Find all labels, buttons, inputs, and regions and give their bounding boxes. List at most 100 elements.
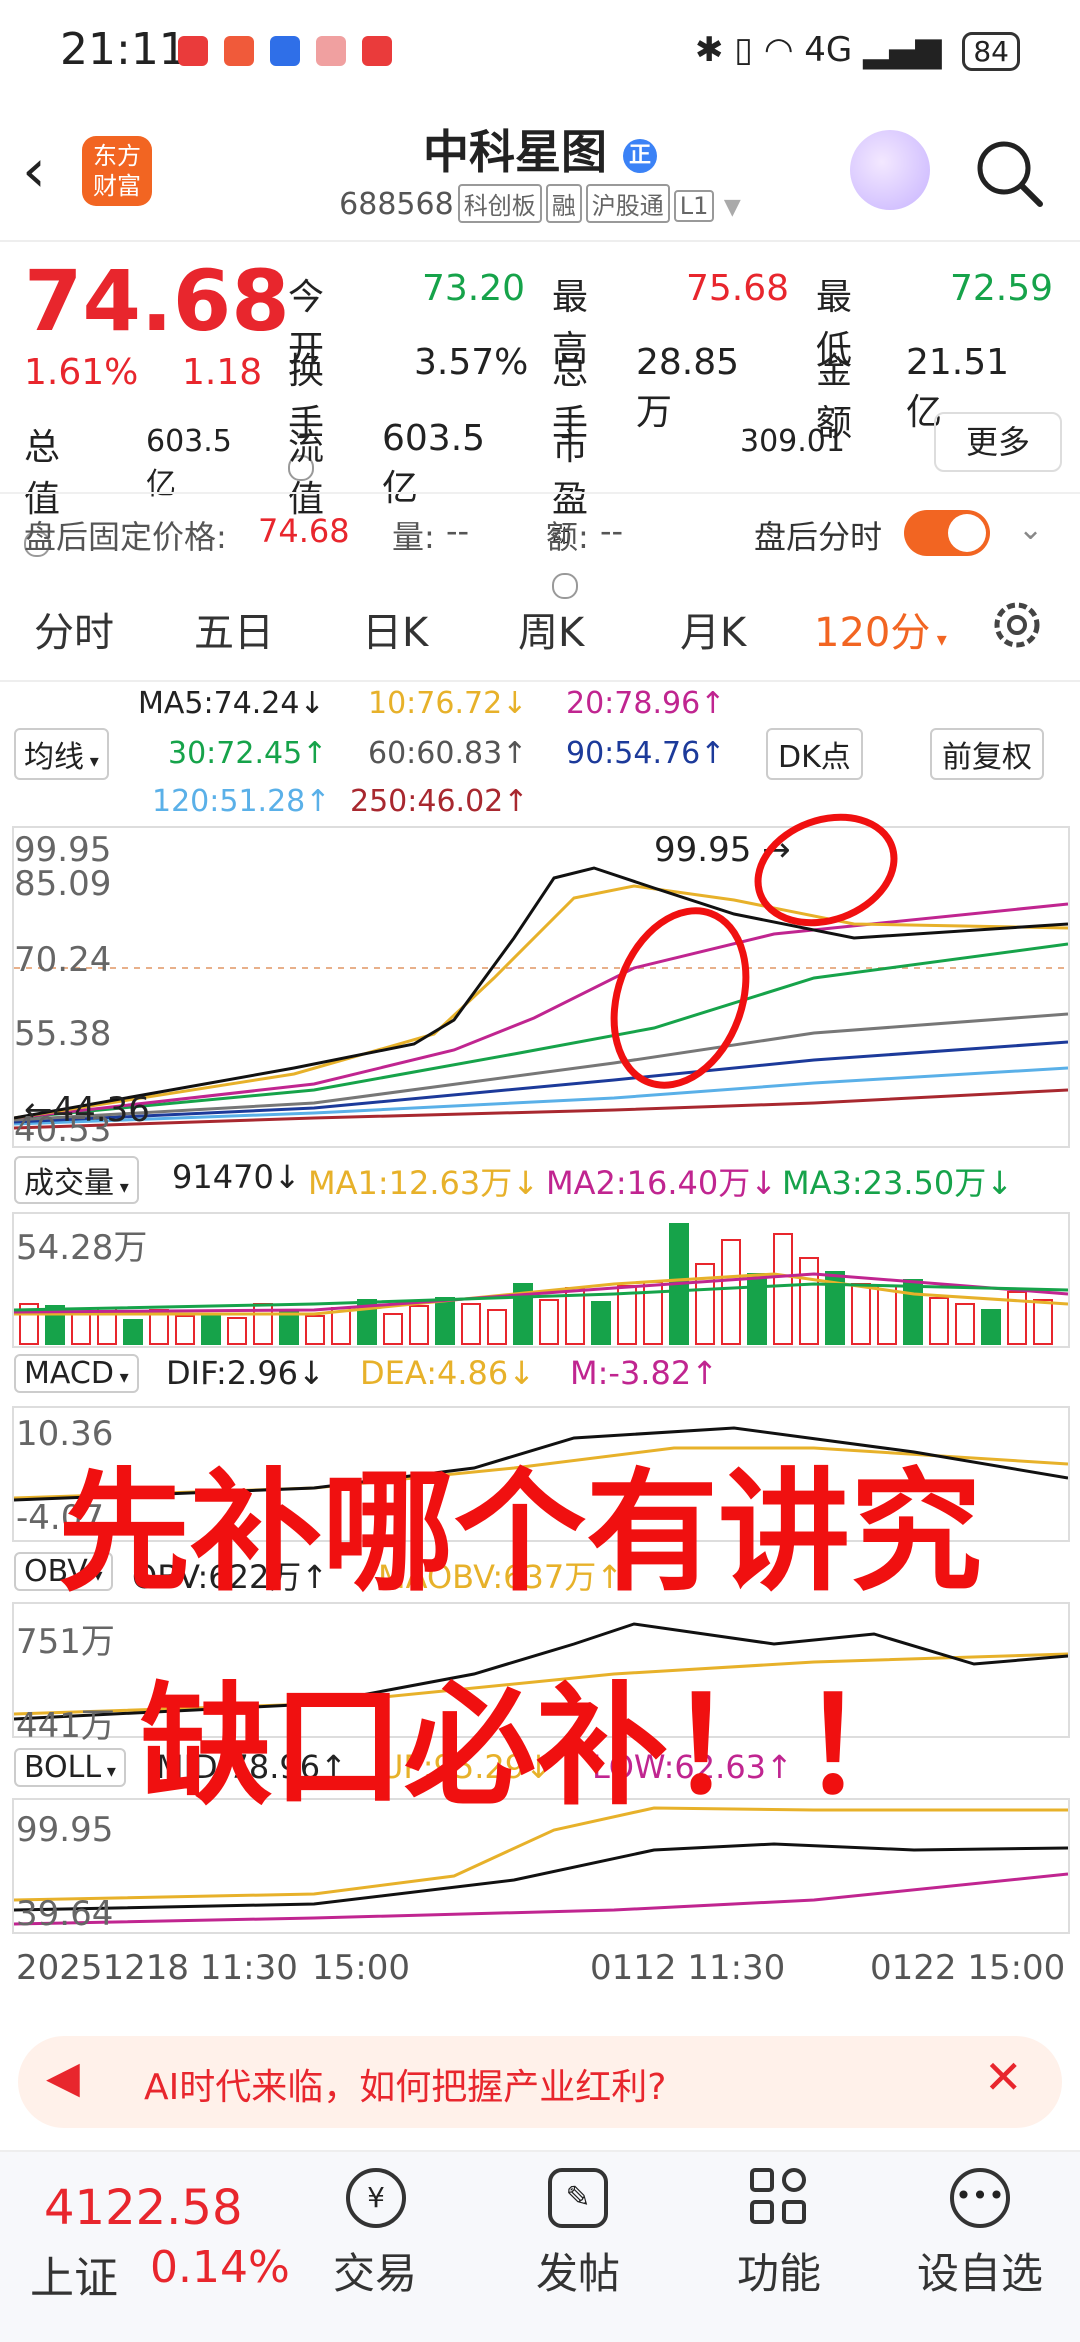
volume-value: 28.85万	[636, 342, 740, 433]
volume-ma2: MA2:16.40万↓	[546, 1164, 778, 1202]
obv-y-top: 751万	[16, 1622, 115, 1662]
tab-120min[interactable]: 120分 ▾	[814, 600, 947, 658]
more-button[interactable]: 更多	[934, 412, 1062, 472]
volume-bar	[773, 1233, 793, 1345]
chevron-down-icon[interactable]: ⌄	[1018, 512, 1043, 547]
change-value: 1.18	[182, 352, 263, 393]
volume-bar	[851, 1283, 871, 1345]
tab-intraday[interactable]: 分时	[34, 600, 114, 658]
kline-y-label: 70.24	[14, 940, 112, 980]
index-name[interactable]: 上证	[30, 2242, 118, 2306]
ma30-value: 30:72.45↑	[168, 736, 328, 771]
volume-y-label: 54.28万	[16, 1228, 148, 1268]
ma10-value: 10:76.72↓	[368, 686, 528, 721]
tag-margin: 融	[545, 184, 582, 223]
adjust-button[interactable]: 前复权	[930, 728, 1044, 780]
afterhours-price: 74.68	[258, 512, 350, 550]
annotation-circles	[610, 813, 898, 1089]
gear-icon[interactable]	[990, 598, 1044, 652]
volume-bar	[487, 1309, 507, 1345]
dk-point-button[interactable]: DK点	[766, 728, 863, 780]
last-price: 74.68	[24, 252, 290, 350]
nav-functions[interactable]: 功能	[709, 2240, 849, 2301]
volume-bar	[591, 1301, 611, 1345]
battery-icon: 84	[962, 32, 1020, 71]
volume-svg	[13, 1223, 1069, 1345]
macd-dif: DIF:2.96↓	[166, 1354, 325, 1392]
volume-bar	[461, 1303, 481, 1345]
volume-bar	[227, 1317, 247, 1345]
kline-low-value: 44.36	[52, 1090, 150, 1130]
tab-weekly[interactable]: 周K	[518, 600, 584, 658]
nav-trade[interactable]: 交易	[305, 2240, 445, 2301]
kline-y-label: 85.09	[14, 864, 112, 904]
tab-daily[interactable]: 日K	[362, 600, 428, 658]
boll-selector[interactable]: BOLL ▾	[14, 1748, 126, 1787]
nav-post[interactable]: 发帖	[508, 2240, 648, 2301]
status-icons: ✱ ▯ ◠ 4G ▂▄▆ 84	[695, 30, 1020, 71]
afterhours-amt: --	[600, 512, 624, 550]
tag-level: L1	[673, 190, 715, 222]
trade-icon: ¥	[346, 2168, 406, 2228]
volume-chart[interactable]: 54.28万	[12, 1212, 1070, 1348]
nav-watchlist[interactable]: 设自选	[910, 2240, 1050, 2301]
pe-value: 309.01	[740, 424, 845, 459]
tag-connect: 沪股通	[585, 184, 670, 223]
close-icon[interactable]: ✕	[984, 2050, 1023, 2104]
afterhours-vol-label: 量:	[392, 518, 435, 556]
volume-ma1: MA1:12.63万↓	[308, 1164, 540, 1202]
open-value: 73.20	[422, 268, 526, 309]
notification-icon	[316, 36, 346, 66]
volume-bar	[123, 1319, 143, 1345]
boll-y-bottom: 39.64	[16, 1894, 114, 1934]
chevron-down-icon: ▼	[723, 195, 741, 220]
macd-m: M:-3.82↑	[570, 1354, 718, 1392]
bluetooth-icon: ✱	[694, 30, 724, 70]
ma250-value: 250:46.02↑	[350, 784, 529, 819]
signal-icon: ▂▄▆	[863, 30, 942, 70]
volume-bar	[383, 1313, 403, 1345]
change-pct: 1.61%	[24, 352, 139, 393]
volume-bar	[409, 1305, 429, 1345]
tab-five-day[interactable]: 五日	[194, 600, 274, 658]
overlay-text-line2: 缺口必补！！	[140, 1670, 932, 1824]
high-value: 75.68	[686, 268, 790, 309]
volume-bar	[747, 1273, 767, 1345]
afterhours-toggle[interactable]	[904, 510, 990, 556]
ma5-value: MA5:74.24↓	[138, 686, 325, 721]
volume-bar	[955, 1303, 975, 1345]
more-dots-icon: •••	[950, 2168, 1010, 2228]
volume-bar	[175, 1315, 195, 1345]
kline-low-marker: ←44.36	[24, 1090, 150, 1130]
banner-text: AI时代来临，如何把握产业红利?	[144, 2067, 667, 2108]
stock-name: 中科星图	[422, 125, 607, 179]
ma60-value: 60:60.83↑	[368, 736, 528, 771]
volume-bar	[981, 1309, 1001, 1345]
overlay-text-line1: 先补哪个有讲究	[58, 1456, 982, 1610]
macd-selector[interactable]: MACD ▾	[14, 1354, 139, 1393]
official-badge: 正	[623, 138, 657, 173]
volume-selector[interactable]: 成交量 ▾	[14, 1156, 139, 1204]
index-value[interactable]: 4122.58	[44, 2180, 243, 2236]
volume-bar	[435, 1297, 455, 1345]
notification-icon	[224, 36, 254, 66]
volume-bar	[279, 1311, 299, 1345]
tab-120min-label: 120分	[814, 610, 931, 656]
grid-icon	[750, 2168, 810, 2228]
obv-y-bottom: 441万	[16, 1706, 115, 1746]
ma-selector[interactable]: 均线 ▾	[14, 728, 109, 780]
volume-bar	[695, 1263, 715, 1345]
vibrate-icon: ▯	[734, 30, 753, 70]
promo-banner[interactable]: ◀ AI时代来临，如何把握产业红利? ✕	[18, 2036, 1062, 2128]
low-value: 72.59	[950, 268, 1054, 309]
assistant-avatar[interactable]	[850, 130, 930, 210]
search-icon[interactable]	[974, 138, 1046, 210]
volume-bar	[201, 1313, 221, 1345]
notification-icon	[362, 36, 392, 66]
index-change[interactable]: 0.14%	[150, 2242, 290, 2293]
tab-monthly[interactable]: 月K	[680, 600, 746, 658]
afterhours-row: 盘后固定价格: 74.68 量: -- 额: -- 盘后分时 ⌄	[0, 492, 1080, 574]
volume-bar	[799, 1257, 819, 1345]
volume-bar	[1033, 1299, 1053, 1345]
afterhours-label: 盘后固定价格:	[24, 518, 227, 556]
